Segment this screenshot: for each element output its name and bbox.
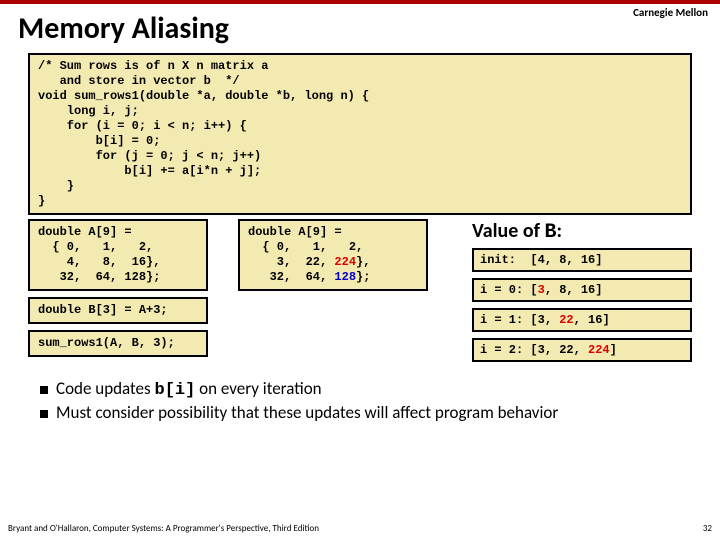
code-call: sum_rows1(A, B, 3); [28, 330, 208, 357]
footer: Bryant and O'Hallaron, Computer Systems:… [8, 523, 712, 534]
bullets: Code updates b[i] on every iteration Mus… [40, 378, 692, 423]
bullet-icon [40, 410, 48, 418]
val-init: init: [4, 8, 16] [472, 248, 692, 272]
bullet-icon [40, 386, 48, 394]
val-i0: i = 0: [3, 8, 16] [472, 278, 692, 302]
value-title: Value of B: [472, 219, 692, 244]
val-i1: i = 1: [3, 22, 16] [472, 308, 692, 332]
code-a-red: double A[9] = { 0, 1, 2, 3, 22, 224}, 32… [238, 219, 428, 291]
code-main: /* Sum rows is of n X n matrix a and sto… [28, 53, 692, 215]
page-title: Memory Aliasing [18, 10, 720, 47]
val-i2: i = 2: [3, 22, 224] [472, 338, 692, 362]
footer-left: Bryant and O'Hallaron, Computer Systems:… [8, 523, 319, 534]
brand-label: Carnegie Mellon [633, 6, 708, 19]
brand-stripe [0, 0, 720, 4]
code-a-plain: double A[9] = { 0, 1, 2, 4, 8, 16}, 32, … [28, 219, 208, 291]
code-b-decl: double B[3] = A+3; [28, 297, 208, 324]
page-number: 32 [703, 523, 712, 534]
